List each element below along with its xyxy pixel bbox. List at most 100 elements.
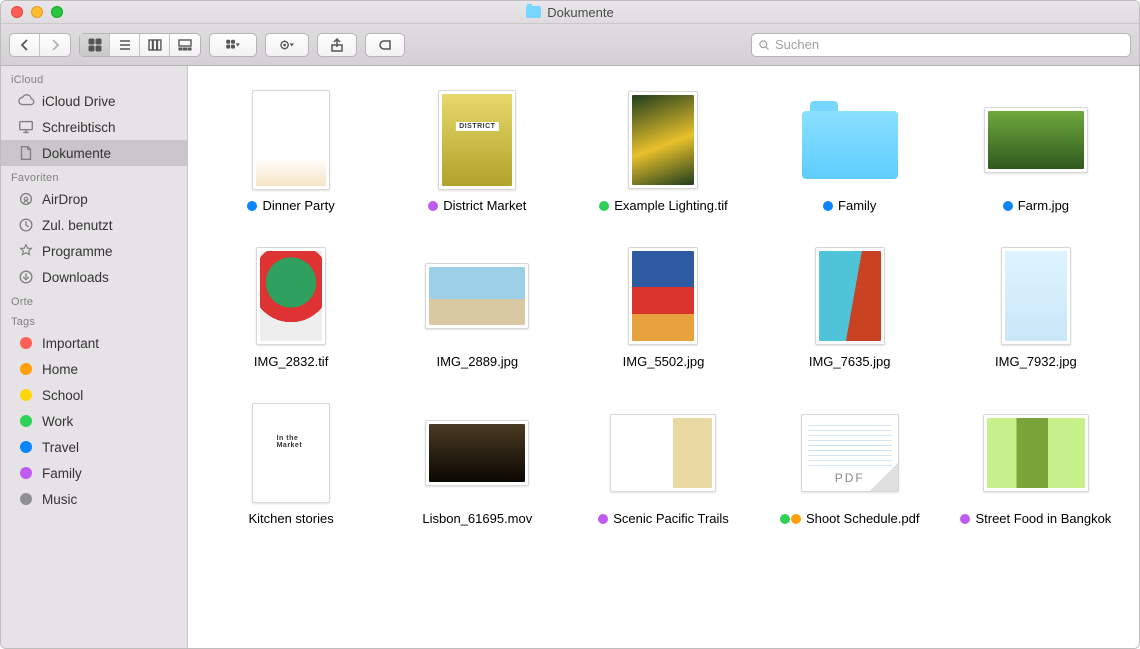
file-name: IMG_7635.jpg bbox=[809, 354, 891, 370]
sidebar-item-label: Downloads bbox=[42, 270, 109, 285]
sidebar-item[interactable]: Dokumente bbox=[1, 140, 187, 166]
file-thumbnail bbox=[608, 403, 718, 503]
file-thumbnail bbox=[608, 90, 718, 190]
sidebar: iCloudiCloud DriveSchreibtisch Dokumente F… bbox=[1, 66, 188, 648]
sidebar-item-label: Music bbox=[42, 492, 77, 507]
sidebar-item-label: School bbox=[42, 388, 83, 403]
airdrop-icon bbox=[17, 190, 35, 208]
tag-dot-icon bbox=[17, 438, 35, 456]
view-icon-button[interactable] bbox=[80, 34, 110, 56]
sidebar-item[interactable]: AirDrop bbox=[1, 186, 187, 212]
minimize-window-button[interactable] bbox=[31, 6, 43, 18]
file-item[interactable]: Family bbox=[767, 90, 933, 214]
search-input[interactable] bbox=[775, 37, 1124, 52]
share-button[interactable] bbox=[317, 33, 357, 57]
file-thumbnail bbox=[981, 403, 1091, 503]
file-item[interactable]: Street Food in Bangkok bbox=[953, 403, 1119, 527]
sidebar-item-label: Work bbox=[42, 414, 73, 429]
file-item[interactable]: Dinner Party bbox=[208, 90, 374, 214]
search-box[interactable] bbox=[751, 33, 1131, 57]
file-label: Lisbon_61695.mov bbox=[422, 511, 532, 527]
sidebar-item[interactable]: Important bbox=[1, 330, 187, 356]
sidebar-item[interactable]: iCloud Drive bbox=[1, 88, 187, 114]
sidebar-item[interactable]: Schreibtisch bbox=[1, 114, 187, 140]
sidebar-item[interactable]: Family bbox=[1, 460, 187, 486]
file-item[interactable]: IMG_7635.jpg bbox=[767, 246, 933, 370]
file-name: IMG_5502.jpg bbox=[623, 354, 705, 370]
file-tag-indicators bbox=[598, 514, 608, 524]
sidebar-item[interactable]: Home bbox=[1, 356, 187, 382]
search-icon bbox=[758, 39, 770, 51]
tag-dot-icon bbox=[17, 412, 35, 430]
file-item[interactable]: IMG_7932.jpg bbox=[953, 246, 1119, 370]
file-name: Shoot Schedule.pdf bbox=[806, 511, 919, 527]
file-thumbnail bbox=[236, 90, 346, 190]
file-item[interactable]: Example Lighting.tif bbox=[580, 90, 746, 214]
file-item[interactable]: IMG_5502.jpg bbox=[580, 246, 746, 370]
sidebar-item-label: Important bbox=[42, 336, 99, 351]
view-list-button[interactable] bbox=[110, 34, 140, 56]
sidebar-item-label: Programme bbox=[42, 244, 113, 259]
view-columns-button[interactable] bbox=[140, 34, 170, 56]
action-button[interactable] bbox=[265, 33, 309, 57]
finder-window: Dokumente bbox=[0, 0, 1140, 649]
tag-dot-icon bbox=[17, 360, 35, 378]
file-label: Street Food in Bangkok bbox=[960, 511, 1111, 527]
file-name: IMG_2889.jpg bbox=[436, 354, 518, 370]
sidebar-item[interactable]: School bbox=[1, 382, 187, 408]
view-gallery-button[interactable] bbox=[170, 34, 200, 56]
traffic-lights bbox=[1, 6, 63, 18]
sidebar-item[interactable]: Travel bbox=[1, 434, 187, 460]
file-item[interactable]: In the MarketKitchen stories bbox=[208, 403, 374, 527]
file-name: Street Food in Bangkok bbox=[975, 511, 1111, 527]
group-by-button[interactable] bbox=[209, 33, 257, 57]
file-label: IMG_2832.tif bbox=[254, 354, 328, 370]
folder-icon bbox=[802, 101, 898, 179]
sidebar-section: FavoritenAirDropZul. benutzt Programme Dow… bbox=[1, 168, 187, 290]
downloads-icon bbox=[17, 268, 35, 286]
apps-icon bbox=[17, 242, 35, 260]
forward-button[interactable] bbox=[40, 34, 70, 56]
file-item[interactable]: Scenic Pacific Trails bbox=[580, 403, 746, 527]
sidebar-item[interactable]: Programme bbox=[1, 238, 187, 264]
sidebar-item[interactable]: Work bbox=[1, 408, 187, 434]
window-title-text: Dokumente bbox=[547, 5, 613, 20]
file-item[interactable]: PDFShoot Schedule.pdf bbox=[767, 403, 933, 527]
tag-dot-icon bbox=[17, 490, 35, 508]
view-mode-switcher bbox=[79, 33, 201, 57]
file-item[interactable]: DISTRICTDistrict Market bbox=[394, 90, 560, 214]
sidebar-section-header: Favoriten bbox=[1, 168, 187, 186]
close-window-button[interactable] bbox=[11, 6, 23, 18]
sidebar-item[interactable]: Zul. benutzt bbox=[1, 212, 187, 238]
file-item[interactable]: Farm.jpg bbox=[953, 90, 1119, 214]
file-thumbnail bbox=[981, 246, 1091, 346]
file-name: Farm.jpg bbox=[1018, 198, 1069, 214]
file-thumbnail bbox=[795, 246, 905, 346]
back-button[interactable] bbox=[10, 34, 40, 56]
file-tag-indicators bbox=[780, 514, 801, 524]
file-name: IMG_2832.tif bbox=[254, 354, 328, 370]
sidebar-item-label: Dokumente bbox=[42, 146, 111, 161]
zoom-window-button[interactable] bbox=[51, 6, 63, 18]
file-item[interactable]: IMG_2889.jpg bbox=[394, 246, 560, 370]
file-item[interactable]: IMG_2832.tif bbox=[208, 246, 374, 370]
file-item[interactable]: Lisbon_61695.mov bbox=[394, 403, 560, 527]
sidebar-section-header: Tags bbox=[1, 312, 187, 330]
file-label: IMG_7932.jpg bbox=[995, 354, 1077, 370]
sidebar-section: Orte bbox=[1, 292, 187, 310]
tags-button[interactable] bbox=[365, 33, 405, 57]
sidebar-section-header: iCloud bbox=[1, 70, 187, 88]
file-label: Dinner Party bbox=[247, 198, 334, 214]
desktop-icon bbox=[17, 118, 35, 136]
file-thumbnail bbox=[795, 90, 905, 190]
nav-buttons bbox=[9, 33, 71, 57]
tag-dot-icon bbox=[17, 464, 35, 482]
file-label: Family bbox=[823, 198, 876, 214]
sidebar-item[interactable]: Downloads bbox=[1, 264, 187, 290]
sidebar-item[interactable]: Music bbox=[1, 486, 187, 512]
file-label: District Market bbox=[428, 198, 526, 214]
file-label: Scenic Pacific Trails bbox=[598, 511, 729, 527]
sidebar-item-label: Family bbox=[42, 466, 82, 481]
titlebar: Dokumente bbox=[1, 1, 1139, 24]
file-label: Example Lighting.tif bbox=[599, 198, 727, 214]
